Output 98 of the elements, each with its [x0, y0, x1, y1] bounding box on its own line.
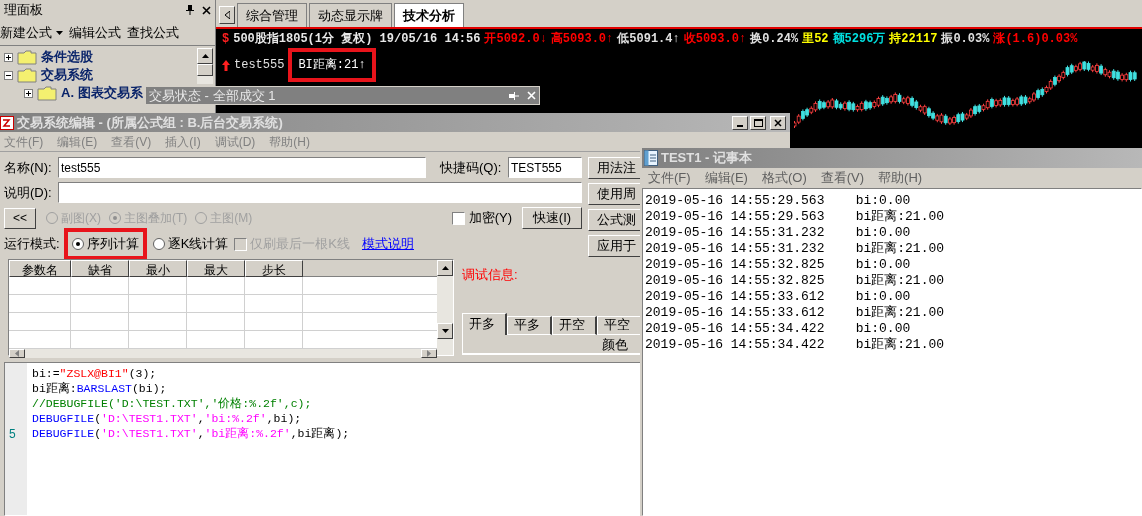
quote-value: 收5093.0↑ — [683, 31, 747, 48]
quick-button[interactable]: 快速(I) — [522, 207, 582, 229]
quote-value: 额5296万 — [832, 30, 886, 48]
quote-value: 涨(1.6)0.03% — [993, 31, 1078, 48]
shortcut-field[interactable]: TEST555 — [508, 157, 582, 178]
horizontal-scrollbar[interactable] — [9, 349, 437, 358]
field-label: 名称(N): — [4, 158, 53, 177]
quote-value: 振0.03% — [941, 31, 990, 48]
left-arrow-icon — [224, 11, 230, 19]
text-line: 2019-05-16 14:55:33.612 bi:0.00 — [645, 289, 912, 305]
scrollbar[interactable] — [197, 48, 213, 84]
description-field[interactable] — [58, 182, 582, 203]
quote-value: 换0.24% — [750, 31, 799, 48]
column-header[interactable]: 缺省 — [71, 260, 129, 277]
radio-label: 序列计算 — [86, 235, 139, 254]
column-header[interactable]: 参数名 — [9, 260, 71, 277]
status-window-title: 交易状态 - 全部成交 1 — [149, 86, 276, 105]
minimize-icon — [736, 124, 744, 127]
column-header[interactable]: 步长 — [245, 260, 303, 277]
pin-icon[interactable] — [186, 5, 194, 15]
checkbox-label: 加密(Y) — [468, 209, 512, 228]
close-icon[interactable] — [202, 5, 211, 15]
maximize-icon — [753, 118, 763, 127]
signal-tab[interactable]: 开空 — [552, 315, 597, 335]
indicator-name: test555 — [234, 57, 285, 74]
tree-item[interactable]: 条件选股 — [41, 47, 93, 67]
name-field[interactable]: test555 — [58, 157, 426, 178]
menu-item[interactable]: 编辑(E) — [704, 168, 748, 188]
quote-value: 高5093.0↑ — [550, 30, 614, 48]
text-line: 2019-05-16 14:55:33.612 bi距离:21.00 — [645, 305, 946, 321]
tree-item[interactable]: A. 图表交易系 — [61, 83, 143, 103]
close-icon — [774, 118, 782, 127]
code-line: DEBUGFILE('D:\TEST1.TXT','bi距离:%.2f',bi距离); — [32, 426, 350, 441]
text-line: 2019-05-16 14:55:32.825 bi距离:21.00 — [645, 273, 946, 289]
collapse-button[interactable]: << — [4, 207, 36, 229]
close-button[interactable] — [770, 115, 786, 130]
signal-tab[interactable]: 平空 — [597, 315, 642, 335]
code-line: bi距离:BARSLAST(bi); — [32, 381, 168, 396]
vertical-scrollbar[interactable] — [437, 260, 453, 355]
folder-icon — [17, 49, 37, 65]
panel-title: 理面板 — [4, 1, 43, 20]
signal-tab[interactable]: 平多 — [507, 315, 552, 335]
text-line: 2019-05-16 14:55:34.422 bi距离:21.00 — [645, 337, 946, 353]
folder-icon — [37, 85, 57, 101]
toolbar-button[interactable]: 编辑公式 — [69, 22, 121, 43]
column-header[interactable]: 最大 — [187, 260, 245, 277]
symbol-mark: $ — [222, 31, 230, 48]
code-line: bi:="ZSLX@BI1"(3); — [32, 366, 158, 381]
field-label: 快捷码(Q): — [440, 158, 503, 177]
editor-title: 交易系统编辑 - (所属公式组 : B.后台交易系统) — [17, 113, 283, 132]
app-icon — [0, 115, 14, 130]
tab-scroll-button[interactable] — [219, 6, 235, 24]
field-label: 说明(D): — [4, 183, 53, 202]
text-line: 2019-05-16 14:55:34.422 bi:0.00 — [645, 321, 912, 337]
radio-label: 逐K线计算 — [167, 235, 229, 254]
quote-value: 持22117 — [889, 31, 938, 48]
quote-value: 开5092.0↓ — [484, 31, 547, 48]
quote-value: 低5091.4↑ — [617, 31, 680, 48]
radio-button[interactable] — [71, 238, 84, 250]
caret-icon — [56, 30, 63, 35]
chart-tab[interactable]: 综合管理 — [237, 3, 307, 27]
code-line: //DEBUGFILE('D:\TEST.TXT','价格:%.2f',c); — [32, 396, 313, 411]
up-arrow-icon — [201, 54, 209, 58]
menu-item[interactable]: 格式(O) — [761, 168, 807, 188]
maximize-button[interactable] — [750, 115, 766, 130]
expand-icon[interactable] — [4, 52, 13, 62]
up-arrow-icon — [441, 266, 449, 270]
text-line: 2019-05-16 14:55:32.825 bi:0.00 — [645, 257, 912, 273]
checkbox[interactable] — [451, 211, 465, 225]
tree-item[interactable]: 交易系统 — [41, 65, 93, 85]
chart-tab[interactable]: 技术分析 — [394, 3, 464, 27]
color-label: 颜色 — [602, 335, 628, 353]
menu-item[interactable]: 帮助(H) — [878, 168, 923, 188]
menu-item[interactable]: 文件(F) — [648, 168, 691, 188]
radio-button[interactable] — [152, 238, 165, 250]
expand-icon[interactable] — [24, 88, 33, 98]
quote-value: 里52 — [802, 31, 829, 48]
folder-icon — [17, 67, 37, 83]
column-header[interactable]: 最小 — [129, 260, 187, 277]
minimize-button[interactable] — [732, 115, 748, 130]
down-arrow-icon — [441, 329, 449, 333]
collapse-icon[interactable] — [4, 70, 13, 80]
toolbar-button[interactable]: 新建公式 — [0, 22, 63, 43]
indicator-value: BI距离:21↑ — [298, 57, 366, 74]
toolbar-button[interactable]: 查找公式 — [127, 22, 179, 43]
notepad-title: TEST1 - 记事本 — [661, 149, 752, 168]
left-arrow-icon — [15, 350, 19, 357]
chart-tab[interactable]: 动态显示牌 — [309, 3, 392, 27]
right-arrow-icon — [427, 350, 431, 357]
field-label: 运行模式: — [4, 235, 60, 254]
quote-value: 500股指1805(1分 复权) 19/05/16 14:56 — [233, 31, 481, 48]
menu-item[interactable]: 查看(V) — [820, 168, 865, 188]
up-arrow-icon — [222, 59, 230, 71]
code-line: DEBUGFILE('D:\TEST1.TXT','bi:%.2f',bi); — [32, 411, 303, 426]
signal-tab[interactable]: 开多 — [462, 312, 507, 335]
notepad-icon — [644, 150, 658, 166]
line-number: 5 — [9, 425, 16, 443]
mode-help-link[interactable]: 模式说明 — [361, 234, 414, 254]
